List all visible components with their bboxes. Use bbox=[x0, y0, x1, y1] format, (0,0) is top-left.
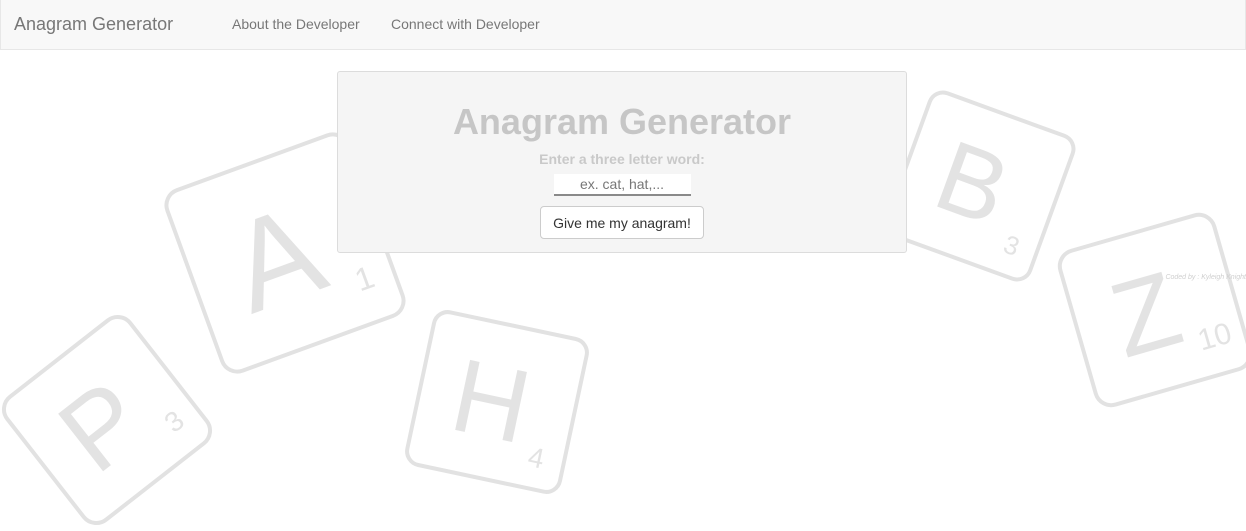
tile-b: B 3 bbox=[884, 90, 1076, 282]
tile-z: Z 10 bbox=[1057, 212, 1246, 408]
top-navbar: Anagram Generator About the Developer Co… bbox=[0, 0, 1246, 50]
nav-link-connect-developer[interactable]: Connect with Developer bbox=[391, 16, 540, 32]
word-input[interactable] bbox=[553, 174, 691, 196]
tile-p: P 3 bbox=[1, 314, 213, 526]
developer-credit: Coded by : Kyleigh Knight bbox=[1165, 274, 1246, 281]
page-title: Anagram Generator bbox=[452, 101, 792, 142]
nav-link-about-developer[interactable]: About the Developer bbox=[232, 16, 360, 32]
generate-anagram-button[interactable]: Give me my anagram! bbox=[540, 206, 704, 239]
word-prompt-label: Enter a three letter word: bbox=[539, 151, 705, 167]
page: P 3 A 1 H 4 B 3 Z 10 Anagram Generator A… bbox=[0, 0, 1246, 531]
tile-h: H 4 bbox=[405, 310, 589, 494]
anagram-form-card: Anagram Generator Enter a three letter w… bbox=[337, 71, 907, 253]
brand-link[interactable]: Anagram Generator bbox=[14, 14, 173, 35]
